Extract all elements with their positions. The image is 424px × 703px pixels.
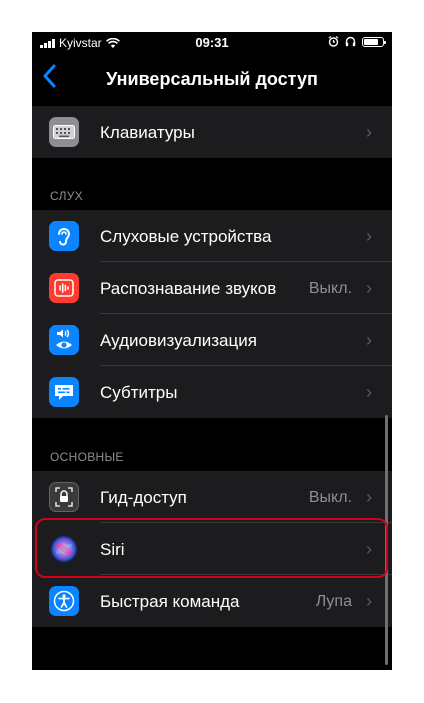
status-bar: Kyivstar 09:31	[32, 32, 392, 54]
alarm-icon	[328, 36, 339, 47]
chevron-right-icon: ›	[366, 382, 372, 402]
section-header-general: ОСНОВНЫЕ	[50, 450, 124, 464]
sound-recognition-icon	[49, 273, 79, 303]
chevron-right-icon: ›	[366, 278, 372, 298]
settings-row-hearing-devices[interactable]: Слуховые устройства ›	[32, 210, 392, 262]
hearing-group: Слуховые устройства › Распознавание звук…	[32, 210, 392, 418]
subtitles-icon	[49, 377, 79, 407]
settings-row-value: Выкл.	[308, 280, 352, 297]
chevron-right-icon: ›	[366, 591, 372, 611]
keyboard-icon	[49, 117, 79, 147]
settings-row-value: Лупа	[315, 593, 352, 610]
settings-row-value: Выкл.	[308, 489, 352, 506]
ear-icon	[49, 221, 79, 251]
settings-row-label: Слуховые устройства	[100, 227, 272, 246]
settings-row-audio-visual[interactable]: Аудиовизуализация ›	[32, 314, 392, 366]
settings-row-sound-recognition[interactable]: Распознавание звуков Выкл. ›	[32, 262, 392, 314]
phone-screen: Kyivstar 09:31 Универсальный доступ Клав…	[32, 32, 392, 670]
settings-row-guided-access[interactable]: Гид-доступ Выкл. ›	[32, 471, 392, 523]
navigation-bar: Универсальный доступ	[32, 60, 392, 100]
settings-row-subtitles[interactable]: Субтитры ›	[32, 366, 392, 418]
lock-icon	[49, 482, 79, 512]
settings-row-label: Быстрая команда	[100, 592, 240, 611]
chevron-right-icon: ›	[366, 330, 372, 350]
settings-row-keyboards[interactable]: Клавиатуры ›	[32, 106, 392, 158]
settings-row-label: Клавиатуры	[100, 123, 195, 142]
audio-visual-icon	[49, 325, 79, 355]
chevron-right-icon: ›	[366, 122, 372, 142]
section-header-hearing: СЛУХ	[50, 189, 83, 203]
settings-row-label: Субтитры	[100, 383, 178, 402]
keyboards-group: Клавиатуры ›	[32, 106, 392, 158]
accessibility-icon	[49, 586, 79, 616]
battery-icon	[362, 36, 386, 47]
settings-row-label: Гид-доступ	[100, 488, 187, 507]
chevron-right-icon: ›	[366, 487, 372, 507]
siri-highlight-frame	[35, 518, 388, 578]
settings-row-label: Распознавание звуков	[100, 279, 277, 298]
settings-row-label: Аудиовизуализация	[100, 331, 257, 350]
page-title: Универсальный доступ	[106, 69, 318, 89]
settings-row-accessibility-shortcut[interactable]: Быстрая команда Лупа ›	[32, 575, 392, 627]
headphones-icon	[345, 36, 356, 47]
chevron-right-icon: ›	[366, 226, 372, 246]
